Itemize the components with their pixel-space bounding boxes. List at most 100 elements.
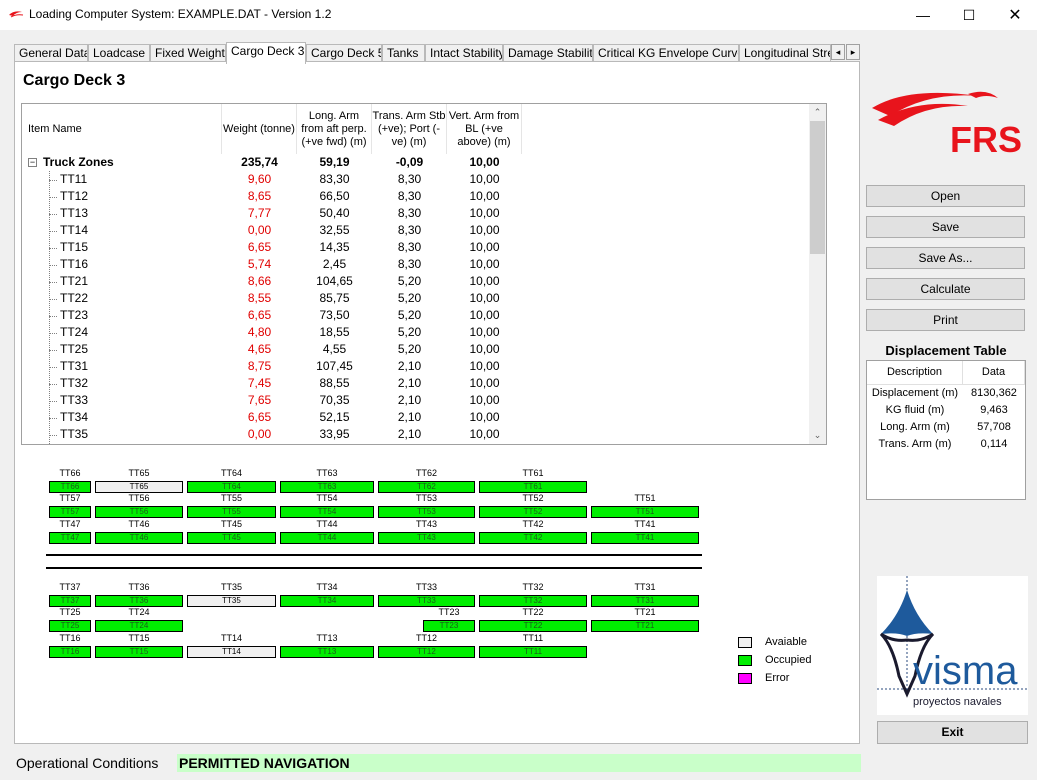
tab-fixed-weights[interactable]: Fixed Weights	[150, 44, 226, 62]
legend-occupied-swatch	[738, 655, 752, 666]
table-row[interactable]: TT13 7,77 50,40 8,30 10,00	[22, 205, 808, 222]
table-row[interactable]: TT33 7,65 70,35 2,10 10,00	[22, 392, 808, 409]
displacement-row-value: 9,463	[980, 404, 1008, 416]
tab-scroll-left-button[interactable]: ◂	[831, 44, 845, 60]
print-button[interactable]: Print	[866, 309, 1025, 331]
column-header-long-arm[interactable]: Long. Arm from aft perp. (+ve fwd) (m)	[297, 104, 372, 154]
displacement-row-desc: KG fluid (m)	[885, 404, 945, 416]
maximize-button[interactable]: ☐	[946, 0, 992, 30]
deck-zone-tt34[interactable]: TT34	[280, 595, 374, 607]
scroll-down-button[interactable]: ⌄	[809, 427, 826, 444]
displacement-col-data[interactable]: Data	[963, 361, 1025, 385]
close-button[interactable]: ✕	[992, 0, 1037, 30]
deck-zone-tt24[interactable]: TT24	[95, 620, 183, 632]
deck-zone-tt57[interactable]: TT57	[49, 506, 91, 518]
deck-zone-tt36[interactable]: TT36	[95, 595, 183, 607]
table-row[interactable]: TT34 6,65 52,15 2,10 10,00	[22, 409, 808, 426]
deck-zone-tt15[interactable]: TT15	[95, 646, 183, 658]
deck-zone-tt31[interactable]: TT31	[591, 595, 699, 607]
table-row[interactable]: TT35 0,00 33,95 2,10 10,00	[22, 426, 808, 443]
tab-scroll-right-button[interactable]: ▸	[846, 44, 860, 60]
deck-zone-tt52[interactable]: TT52	[479, 506, 587, 518]
item-weight: 6,65	[247, 240, 272, 254]
deck-zone-tt14[interactable]: TT14	[187, 646, 276, 658]
displacement-row-value: 0,114	[980, 438, 1008, 450]
deck-zone-tt63[interactable]: TT63	[280, 481, 374, 493]
deck-zone-tt66[interactable]: TT66	[49, 481, 91, 493]
deck-zone-tt56[interactable]: TT56	[95, 506, 183, 518]
tree-group-truck-zones[interactable]: − Truck Zones 235,74 59,19 -0,09 10,00	[22, 154, 808, 171]
table-row[interactable]: TT31 8,75 107,45 2,10 10,00	[22, 358, 808, 375]
minimize-button[interactable]: —	[900, 0, 946, 30]
deck-zone-tt42[interactable]: TT42	[479, 532, 587, 544]
table-row[interactable]: TT15 6,65 14,35 8,30 10,00	[22, 239, 808, 256]
tab-intact-stability[interactable]: Intact Stability	[425, 44, 503, 62]
scroll-up-button[interactable]: ⌃	[809, 104, 826, 121]
item-trans-arm: 8,30	[397, 223, 422, 237]
tab-longitudinal-strength[interactable]: Longitudinal Strer	[739, 44, 831, 62]
deck-zone-tt55[interactable]: TT55	[187, 506, 276, 518]
deck-zone-tt45[interactable]: TT45	[187, 532, 276, 544]
deck-zone-tt61[interactable]: TT61	[479, 481, 587, 493]
table-row[interactable]: TT12 8,65 66,50 8,30 10,00	[22, 188, 808, 205]
deck-zone-tt46[interactable]: TT46	[95, 532, 183, 544]
tab-cargo-deck-3[interactable]: Cargo Deck 3	[226, 42, 306, 64]
table-row[interactable]: TT14 0,00 32,55 8,30 10,00	[22, 222, 808, 239]
deck-zone-tt37[interactable]: TT37	[49, 595, 91, 607]
save-as-button[interactable]: Save As...	[866, 247, 1025, 269]
column-header-vert-arm[interactable]: Vert. Arm from BL (+ve above) (m)	[447, 104, 522, 154]
deck-zone-tt35[interactable]: TT35	[187, 595, 276, 607]
column-header-weight[interactable]: Weight (tonne)	[222, 104, 297, 154]
table-row[interactable]: TT23 6,65 73,50 5,20 10,00	[22, 307, 808, 324]
cargo-tree-list[interactable]: Item Name Weight (tonne) Long. Arm from …	[21, 103, 827, 445]
deck-zone-tt64[interactable]: TT64	[187, 481, 276, 493]
deck-zone-label: TT64	[220, 468, 242, 478]
table-row[interactable]: TT16 5,74 2,45 8,30 10,00	[22, 256, 808, 273]
deck-zone-tt44[interactable]: TT44	[280, 532, 374, 544]
deck-zone-tt62[interactable]: TT62	[378, 481, 475, 493]
column-header-name[interactable]: Item Name	[22, 104, 222, 154]
deck-zone-tt54[interactable]: TT54	[280, 506, 374, 518]
deck-zone-tt65[interactable]: TT65	[95, 481, 183, 493]
table-row[interactable]: TT32 7,45 88,55 2,10 10,00	[22, 375, 808, 392]
deck-zone-tt41[interactable]: TT41	[591, 532, 699, 544]
item-name: TT34	[60, 410, 89, 424]
deck-zone-tt33[interactable]: TT33	[378, 595, 475, 607]
tab-tanks[interactable]: Tanks	[382, 44, 425, 62]
table-row[interactable]: TT22 8,55 85,75 5,20 10,00	[22, 290, 808, 307]
displacement-col-description[interactable]: Description	[867, 361, 963, 385]
table-row[interactable]: TT25 4,65 4,55 5,20 10,00	[22, 341, 808, 358]
table-row[interactable]: TT11 9,60 83,30 8,30 10,00	[22, 171, 808, 188]
item-trans-arm: 5,20	[397, 308, 422, 322]
table-row[interactable]: TT24 4,80 18,55 5,20 10,00	[22, 324, 808, 341]
tab-damage-stability[interactable]: Damage Stability	[503, 44, 593, 62]
deck-zone-label: TT55	[220, 493, 242, 503]
deck-zone-tt23[interactable]: TT23	[423, 620, 475, 632]
legend-available-label: Avaiable	[765, 636, 807, 648]
deck-zone-tt43[interactable]: TT43	[378, 532, 475, 544]
deck-zone-tt21[interactable]: TT21	[591, 620, 699, 632]
deck-zone-tt53[interactable]: TT53	[378, 506, 475, 518]
deck-zone-tt32[interactable]: TT32	[479, 595, 587, 607]
open-button[interactable]: Open	[866, 185, 1025, 207]
deck-zone-tt22[interactable]: TT22	[479, 620, 587, 632]
collapse-icon[interactable]: −	[28, 158, 37, 167]
deck-zone-tt47[interactable]: TT47	[49, 532, 91, 544]
tab-critical-kg[interactable]: Critical KG Envelope Curves	[593, 44, 739, 62]
deck-zone-tt11[interactable]: TT11	[479, 646, 587, 658]
save-button[interactable]: Save	[866, 216, 1025, 238]
deck-zone-tt25[interactable]: TT25	[49, 620, 91, 632]
deck-zone-tt13[interactable]: TT13	[280, 646, 374, 658]
tab-general-data[interactable]: General Data	[14, 44, 88, 62]
exit-button[interactable]: Exit	[877, 721, 1028, 744]
calculate-button[interactable]: Calculate	[866, 278, 1025, 300]
deck-zone-tt51[interactable]: TT51	[591, 506, 699, 518]
deck-zone-tt16[interactable]: TT16	[49, 646, 91, 658]
tab-loadcase[interactable]: Loadcase	[88, 44, 150, 62]
column-header-trans-arm[interactable]: Trans. Arm Stb (+ve); Port (-ve) (m)	[372, 104, 447, 154]
scroll-thumb[interactable]	[810, 121, 825, 254]
deck-zone-tt12[interactable]: TT12	[378, 646, 475, 658]
tab-cargo-deck-5[interactable]: Cargo Deck 5	[306, 44, 382, 62]
table-row[interactable]: TT21 8,66 104,65 5,20 10,00	[22, 273, 808, 290]
vertical-scrollbar[interactable]: ⌃ ⌄	[809, 104, 826, 444]
